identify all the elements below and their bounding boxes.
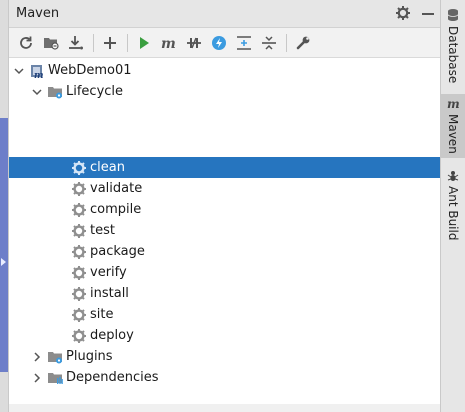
editor-gutter-strip (0, 118, 8, 372)
minimize-icon[interactable] (422, 13, 434, 15)
right-tool-strip: Database m Maven Ant Build (440, 0, 465, 412)
tree-label-goal: clean (90, 160, 125, 175)
tree-node-dependencies[interactable]: Dependencies (9, 367, 441, 388)
gear-icon (72, 223, 86, 238)
gear-icon (72, 202, 86, 217)
side-tab-maven[interactable]: m Maven (441, 94, 465, 158)
reload-icon[interactable] (15, 32, 37, 54)
maven-tool-window: Maven m m WebDemo01 Lifecycle clean vali… (8, 0, 441, 412)
svg-text:m: m (161, 36, 176, 51)
side-tab-label: Maven (446, 114, 460, 154)
tree-label-goal: package (90, 244, 145, 259)
side-tab-label: Ant Build (446, 186, 460, 241)
tree-node-goal-test[interactable]: test (9, 220, 441, 241)
toolbar-separator (93, 33, 94, 52)
download-icon[interactable] (65, 32, 87, 54)
gear-icon (72, 328, 86, 343)
tree-node-goal-validate[interactable]: validate (9, 178, 441, 199)
tree-label-plugins: Plugins (66, 349, 113, 364)
ant-icon (447, 171, 459, 181)
chevron-right-icon[interactable] (31, 372, 43, 384)
maven-toolbar: m (9, 28, 440, 58)
database-icon (447, 9, 459, 21)
expand-arrow-icon[interactable] (1, 258, 6, 266)
svg-text:m: m (34, 71, 44, 79)
tree-node-goal-site[interactable]: site (9, 304, 441, 325)
side-tab-label: Database (446, 26, 460, 84)
maven-project-icon: m (31, 64, 44, 79)
tool-window-title: Maven (16, 6, 60, 21)
settings-wrench-icon[interactable] (292, 32, 314, 54)
gear-icon (72, 244, 86, 259)
generate-sources-icon[interactable] (40, 32, 62, 54)
horizontal-scrollbar[interactable] (9, 404, 441, 412)
run-icon[interactable] (133, 32, 155, 54)
collapse-all-icon[interactable] (258, 32, 280, 54)
tree-node-goal-clean[interactable]: clean (9, 157, 441, 178)
chevron-down-icon[interactable] (31, 86, 43, 98)
tree-node-lifecycle[interactable]: Lifecycle (9, 81, 441, 102)
tree-label-goal: install (90, 286, 129, 301)
gear-icon[interactable] (396, 6, 410, 20)
tree-node-goal-deploy[interactable]: deploy (9, 325, 441, 346)
side-tab-database[interactable]: Database (441, 8, 465, 90)
tree-node-goal-compile[interactable]: compile (9, 199, 441, 220)
tree-node-plugins[interactable]: Plugins (9, 346, 441, 367)
gear-icon (72, 307, 86, 322)
toggle-offline-icon[interactable] (183, 32, 205, 54)
skip-tests-icon[interactable] (208, 32, 230, 54)
chevron-right-icon[interactable] (31, 351, 43, 363)
execute-goal-icon[interactable]: m (158, 32, 180, 54)
tree-label-goal: validate (90, 181, 143, 196)
gear-icon (72, 286, 86, 301)
gear-icon (72, 160, 86, 175)
gear-icon (72, 265, 86, 280)
folder-dependencies-icon (48, 372, 63, 384)
tree-node-project[interactable]: m WebDemo01 (9, 60, 441, 81)
tree-label-goal: deploy (90, 328, 134, 343)
tree-label-project: WebDemo01 (48, 63, 132, 78)
tree-node-goal-install[interactable]: install (9, 283, 441, 304)
show-dependencies-icon[interactable] (233, 32, 255, 54)
editor-edge (0, 0, 8, 412)
toolbar-separator (286, 33, 287, 52)
tree-node-goal-verify[interactable]: verify (9, 262, 441, 283)
toolbar-separator (127, 33, 128, 52)
gear-icon (72, 181, 86, 196)
folder-plugin-icon (48, 351, 62, 363)
side-tab-ant-build[interactable]: Ant Build (441, 170, 465, 242)
tree-label-dependencies: Dependencies (66, 370, 159, 385)
tree-label-goal: compile (90, 202, 142, 217)
add-icon[interactable] (99, 32, 121, 54)
folder-gear-icon (48, 86, 62, 98)
tree-label-goal: test (90, 223, 115, 238)
tree-label-goal: site (90, 307, 114, 322)
tree-label-lifecycle: Lifecycle (66, 84, 124, 99)
tree-node-goal-package[interactable]: package (9, 241, 441, 262)
maven-m-icon: m (447, 98, 460, 110)
tool-window-header: Maven (9, 0, 440, 28)
tree-label-goal: verify (90, 265, 127, 280)
chevron-down-icon[interactable] (13, 65, 25, 77)
svg-text:m: m (447, 98, 460, 110)
